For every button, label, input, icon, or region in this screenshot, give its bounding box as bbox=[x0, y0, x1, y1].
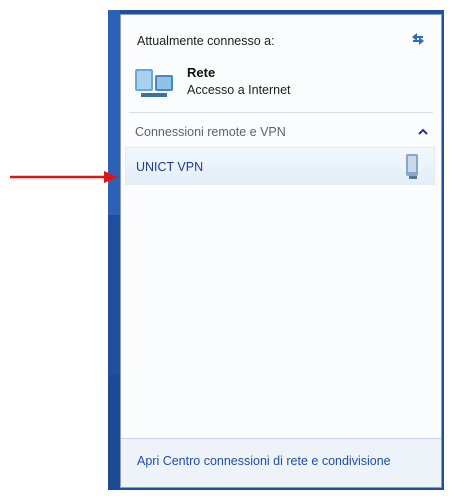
desktop-sliver-top bbox=[108, 10, 120, 215]
vpn-connection-name: UNICT VPN bbox=[136, 160, 204, 174]
connected-label: Attualmente connesso a: bbox=[137, 34, 275, 48]
network-flyout: Attualmente connesso a: Rete Accesso a I… bbox=[120, 14, 442, 488]
chevron-up-icon[interactable] bbox=[417, 125, 429, 137]
annotation-arrow bbox=[10, 171, 118, 183]
open-network-center-link[interactable]: Apri Centro connessioni di rete e condiv… bbox=[137, 454, 391, 468]
refresh-icon[interactable] bbox=[409, 31, 427, 47]
vpn-connection-icon bbox=[402, 152, 424, 180]
vpn-section-header[interactable]: Connessioni remote e VPN bbox=[135, 125, 286, 139]
desktop-sliver-bottom bbox=[108, 375, 120, 490]
network-status: Accesso a Internet bbox=[187, 83, 291, 97]
flyout-footer: Apri Centro connessioni di rete e condiv… bbox=[121, 438, 441, 487]
section-divider bbox=[129, 112, 433, 113]
network-name: Rete bbox=[187, 65, 216, 80]
vpn-connection-item[interactable]: UNICT VPN bbox=[125, 147, 435, 185]
network-icon bbox=[133, 65, 177, 101]
